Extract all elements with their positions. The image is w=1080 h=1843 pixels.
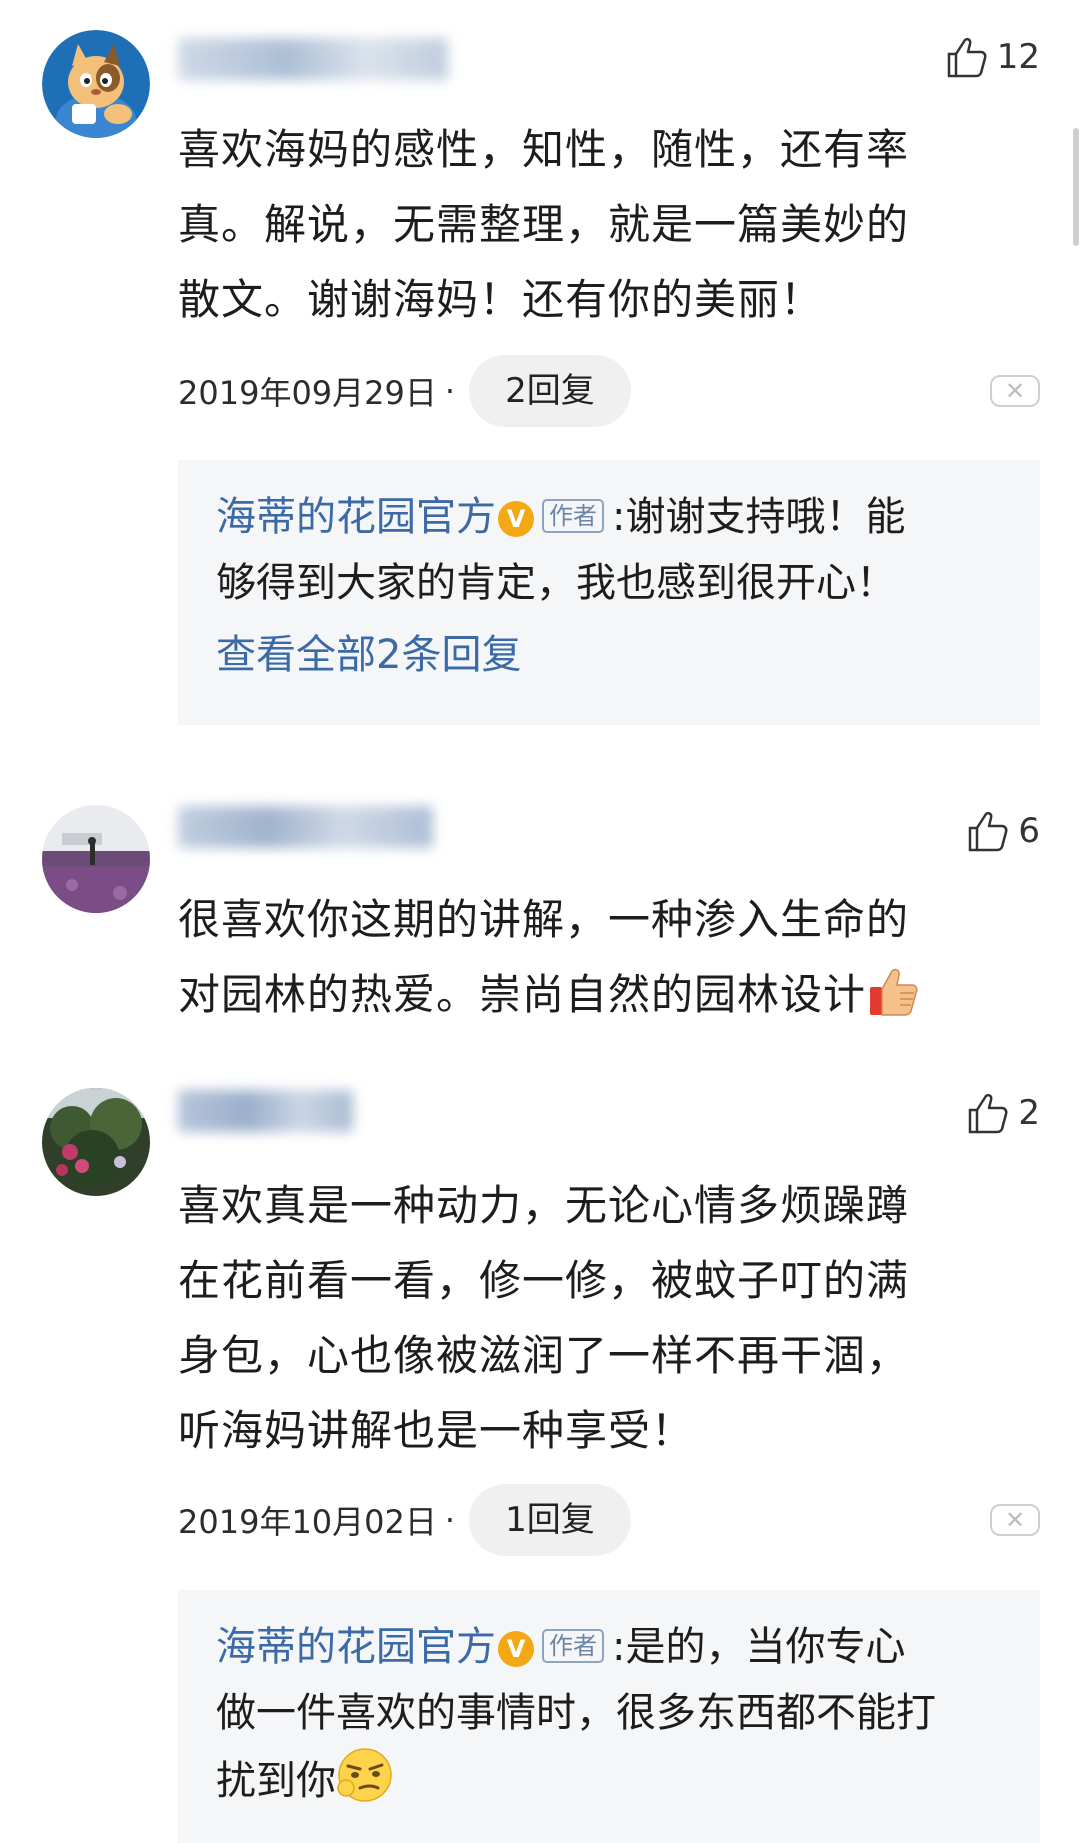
like-button[interactable]: 6 — [964, 808, 1040, 854]
reply-preview[interactable]: 海蒂的花园官方 V 作者:谢谢支持哦！能 够得到大家的肯定，我也感到很开心！ 查看全… — [178, 460, 1040, 725]
reply-preview[interactable]: 海蒂的花园官方 V 作者:是的，当你专心 做一件喜欢的事情时，很多东西都不能打 扰到… — [178, 1590, 1040, 1843]
comment-meta: 2019年10月02日 · 1回复 — [178, 1484, 631, 1556]
comment-line: 喜欢真是一种动力，无论心情多烦躁蹲 — [178, 1181, 910, 1230]
like-count: 2 — [1018, 1093, 1040, 1133]
thumbs-up-outline-icon — [969, 1093, 1008, 1134]
close-icon: ✕ — [1004, 377, 1026, 405]
reply-line: 海蒂的花园官方 V 作者:是的，当你专心 — [216, 1614, 1002, 1680]
scrollbar[interactable] — [1073, 128, 1079, 246]
comments-page: 12 喜欢海妈的感性，知性，随性，还有率 真。解说，无需整理，就是一篇美妙的 散… — [0, 0, 1080, 1843]
reply-text: :是的，当你专心 — [612, 1624, 906, 1670]
comment-text: 喜欢真是一种动力，无论心情多烦躁蹲 在花前看一看，修一修，被蚊子叮的满 身包，心… — [178, 1168, 1008, 1468]
username-blurred[interactable] — [178, 806, 433, 848]
verified-badge-icon: V — [498, 1631, 534, 1667]
reply-text: :谢谢支持哦！能 — [612, 494, 906, 540]
reply-text: 做一件喜欢的事情时，很多东西都不能打 — [216, 1690, 936, 1736]
verified-badge-icon: V — [498, 501, 534, 537]
like-count: 6 — [1018, 811, 1040, 851]
separator-dot: · — [444, 1501, 456, 1539]
author-tag: 作者 — [542, 499, 604, 533]
comment-line: 散文。谢谢海妈！还有你的美丽！ — [178, 275, 824, 324]
comment-text: 喜欢海妈的感性，知性，随性，还有率 真。解说，无需整理，就是一篇美妙的 散文。谢… — [178, 112, 1008, 337]
comment-line: 在花前看一看，修一修，被蚊子叮的满 — [178, 1256, 910, 1305]
reply-author[interactable]: 海蒂的花园官方 — [216, 1624, 496, 1670]
comment-text: 很喜欢你这期的讲解，一种渗入生命的 对园林的热爱。崇尚自然的园林设计 — [178, 882, 1008, 1032]
author-tag: 作者 — [542, 1629, 604, 1663]
reply-line: 扰到你 — [216, 1746, 1002, 1814]
reply-author[interactable]: 海蒂的花园官方 — [216, 494, 496, 540]
avatar[interactable] — [42, 805, 150, 913]
separator-dot: · — [444, 372, 456, 410]
dismiss-button[interactable]: ✕ — [990, 375, 1040, 407]
like-button[interactable]: 2 — [964, 1090, 1040, 1136]
comment-line: 身包，心也像被滋润了一样不再干涸， — [178, 1331, 910, 1380]
like-count: 12 — [996, 37, 1040, 77]
thumbs-up-outline-icon — [947, 37, 987, 78]
reply-count-button[interactable]: 1回复 — [469, 1484, 631, 1556]
comment-line: 喜欢海妈的感性，知性，随性，还有率 — [178, 125, 910, 174]
thumbs-up-outline-icon — [969, 811, 1008, 852]
reply-line: 海蒂的花园官方 V 作者:谢谢支持哦！能 — [216, 484, 1002, 550]
comment-line: 真。解说，无需整理，就是一篇美妙的 — [178, 200, 910, 249]
smirk-emoji — [337, 1748, 392, 1802]
avatar[interactable] — [42, 30, 150, 138]
comment-meta: 2019年09月29日 · 2回复 — [178, 355, 631, 427]
dismiss-button[interactable]: ✕ — [990, 1504, 1040, 1536]
comment-date: 2019年10月02日 — [178, 1503, 437, 1541]
comment-date: 2019年09月29日 — [178, 374, 437, 412]
close-icon: ✕ — [1004, 1506, 1026, 1534]
avatar[interactable] — [42, 1088, 150, 1196]
comment-line: 听海妈讲解也是一种享受！ — [178, 1406, 695, 1455]
username-blurred[interactable] — [178, 38, 448, 80]
comment-line: 对园林的热爱。崇尚自然的园林设计 — [178, 957, 1008, 1032]
reply-text: 扰到你 — [216, 1758, 336, 1804]
reply-count-button[interactable]: 2回复 — [469, 355, 631, 427]
reply-text: 够得到大家的肯定，我也感到很开心！ — [216, 560, 896, 606]
thumbs-up-emoji — [870, 968, 918, 1016]
comment-line-text: 对园林的热爱。崇尚自然的园林设计 — [178, 970, 867, 1019]
like-button[interactable]: 12 — [943, 34, 1040, 80]
comment-line: 很喜欢你这期的讲解，一种渗入生命的 — [178, 895, 910, 944]
view-all-replies-link[interactable]: 查看全部2条回复 — [216, 622, 1002, 688]
username-blurred[interactable] — [178, 1090, 353, 1132]
